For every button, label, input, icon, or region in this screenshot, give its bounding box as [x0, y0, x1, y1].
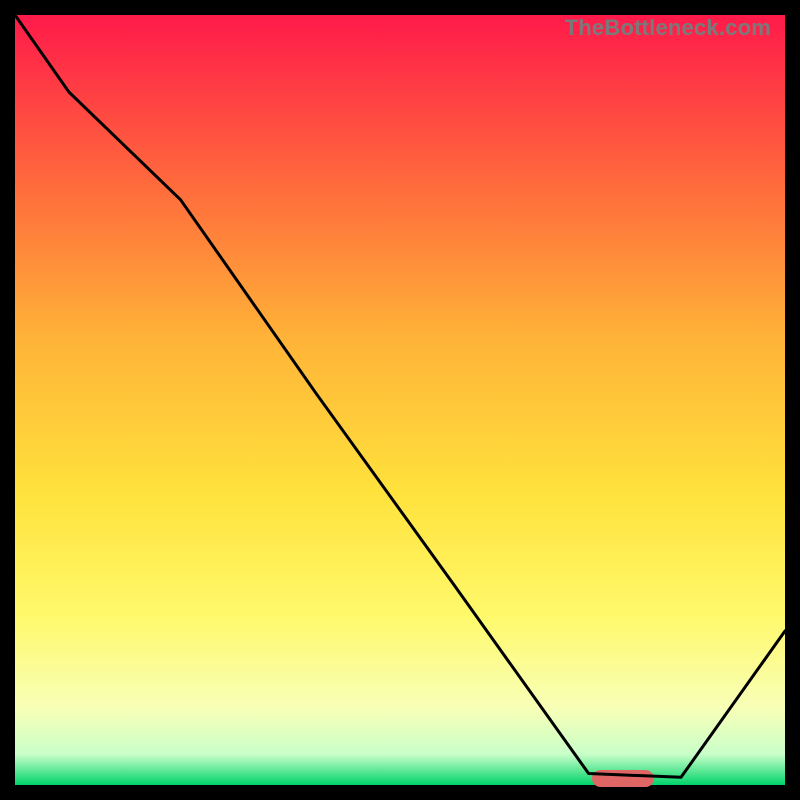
- curve-layer: [15, 15, 785, 785]
- watermark-text: TheBottleneck.com: [565, 15, 771, 41]
- mismatch-curve: [15, 15, 785, 777]
- chart-plot-area: TheBottleneck.com: [15, 15, 785, 785]
